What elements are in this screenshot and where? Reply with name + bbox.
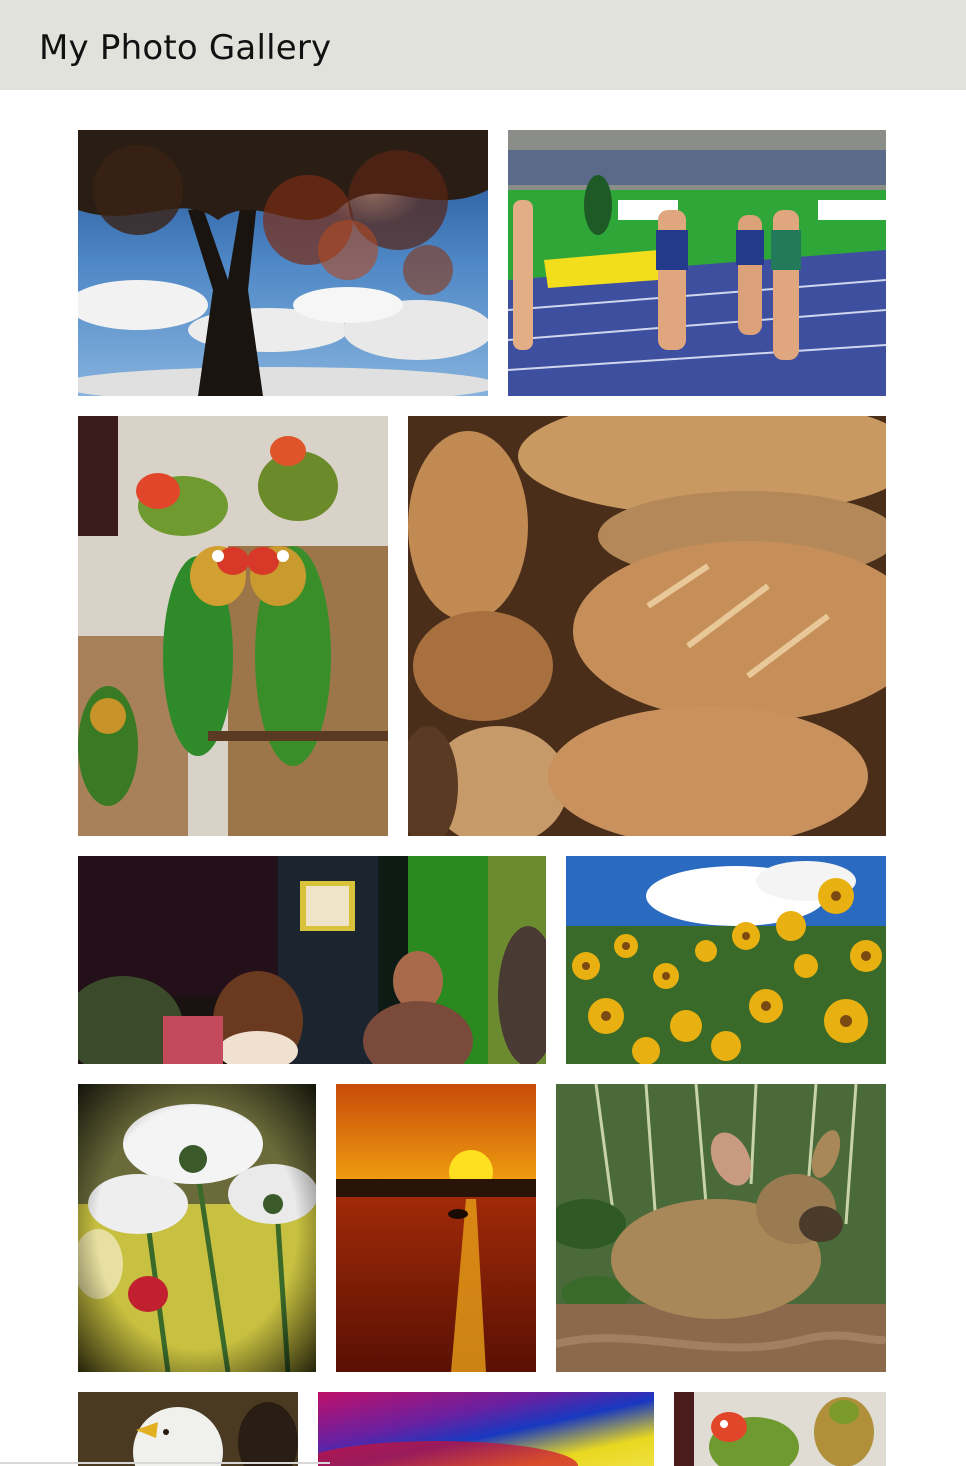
eagle-image [78,1392,298,1466]
photo-yellow-flowers[interactable] [566,856,886,1064]
photo-tree-sky[interactable] [78,130,488,396]
tree-sky-image [78,130,488,396]
photo-bar-people[interactable] [78,856,546,1064]
lovebirds-small-image [674,1392,886,1466]
white-daisies-image [78,1084,316,1372]
horizontal-scrollbar[interactable] [0,1462,330,1464]
photo-gallery [0,0,966,1466]
photo-sunset-sea[interactable] [336,1084,536,1372]
sunset-sea-image [336,1084,536,1372]
photo-abstract-color[interactable] [318,1392,654,1466]
yellow-flowers-image [566,856,886,1064]
sprinters-image [508,130,886,396]
photo-deer[interactable] [556,1084,886,1372]
abstract-color-image [318,1392,654,1466]
lovebirds-image [78,416,388,836]
bar-people-image [78,856,546,1064]
bread-image [408,416,886,836]
deer-image [556,1084,886,1372]
photo-bread[interactable] [408,416,886,836]
photo-lovebirds-small[interactable] [674,1392,886,1466]
photo-eagle[interactable] [78,1392,298,1466]
photo-lovebirds[interactable] [78,416,388,836]
photo-white-daisies[interactable] [78,1084,316,1372]
photo-sprinters[interactable] [508,130,886,396]
